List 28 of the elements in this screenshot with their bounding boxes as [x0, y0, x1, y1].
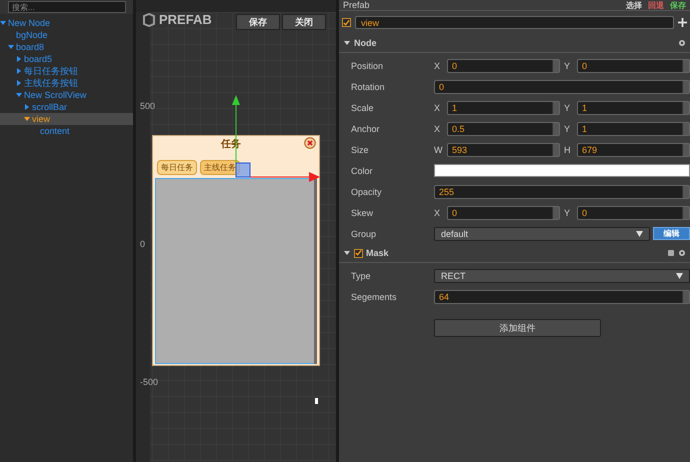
panel-title: Prefab [343, 0, 371, 10]
property-label: Size [351, 144, 370, 154]
axis-tick-label: 500 [140, 101, 156, 111]
axis-label: H [564, 144, 572, 154]
axis-tick-label: 0 [140, 239, 146, 249]
property-label: Rotation [351, 82, 386, 92]
axis-label: X [434, 102, 442, 112]
property-label: Group [351, 228, 378, 238]
axis-label: Y [564, 124, 572, 134]
property-label: Scale [351, 102, 375, 112]
axis-label: X [434, 60, 442, 70]
component-title: Mask [366, 248, 390, 258]
axis-tick-label: -500 [140, 377, 158, 387]
axis-label: Y [564, 102, 572, 112]
prefab-logo-text: PREFAB [159, 12, 212, 27]
axis-label: Y [564, 208, 572, 218]
property-label: Skew [351, 208, 374, 218]
property-label: Position [351, 60, 384, 70]
property-label: Anchor [351, 124, 381, 134]
axis-label: X [434, 208, 442, 218]
axis-label: Y [564, 60, 572, 70]
component-title: Node [354, 38, 378, 48]
property-label: Segements [351, 292, 398, 302]
axis-label: W [434, 144, 442, 154]
property-label: Color [351, 166, 374, 176]
property-label: Opacity [351, 186, 383, 196]
property-label: Type [351, 270, 372, 280]
axis-label: X [434, 124, 442, 134]
